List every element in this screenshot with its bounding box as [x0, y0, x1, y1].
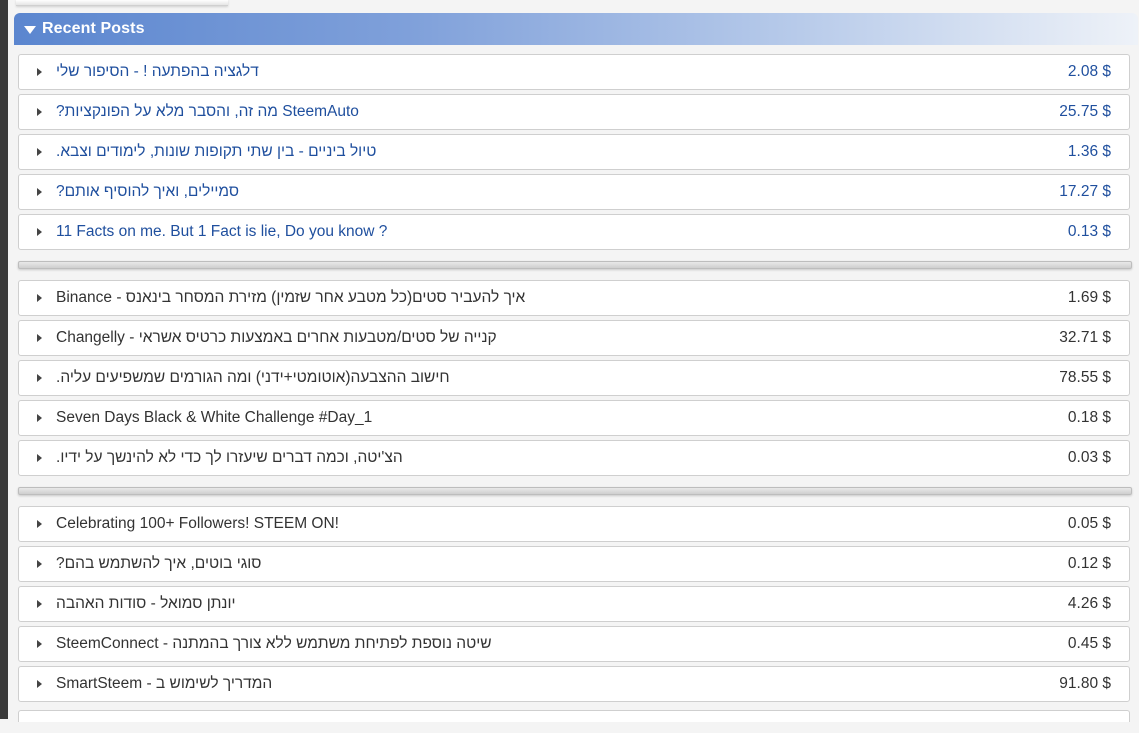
post-row[interactable]: Seven Days Black & White Challenge #Day_… — [18, 400, 1130, 436]
post-value: 0.18 $ — [1067, 409, 1111, 426]
expand-arrow-icon[interactable] — [37, 374, 42, 382]
post-value: 0.45 $ — [1067, 635, 1111, 652]
group-separator — [18, 487, 1132, 495]
post-row[interactable]: .טיול ביניים - בין שתי תקופות שונות, לימ… — [18, 134, 1130, 170]
post-title[interactable]: ?סוגי בוטים, איך להשתמש בהם — [56, 555, 1068, 573]
group-separator — [18, 261, 1132, 269]
post-row[interactable]: ?מה זה, והסבר מלא על הפונקציות SteemAuto… — [18, 94, 1130, 130]
post-row[interactable]: יונתן סמואל - סודות האהבה 4.26 $ — [18, 586, 1130, 622]
post-title[interactable]: ?מה זה, והסבר מלא על הפונקציות SteemAuto — [56, 103, 1059, 121]
post-title[interactable]: SteemConnect - שיטה נוספת לפתיחת משתמש ל… — [56, 635, 1068, 653]
post-row[interactable]: ?סוגי בוטים, איך להשתמש בהם 0.12 $ — [18, 546, 1130, 582]
post-title[interactable]: .הצ'יטה, וכמה דברים שיעזרו לך כדי לא להי… — [56, 449, 1068, 467]
post-row[interactable]: .הצ'יטה, וכמה דברים שיעזרו לך כדי לא להי… — [18, 440, 1130, 476]
post-value: 0.05 $ — [1067, 515, 1111, 532]
expand-arrow-icon[interactable] — [37, 108, 42, 116]
post-value: 1.69 $ — [1067, 289, 1111, 306]
expand-arrow-icon[interactable] — [37, 520, 42, 528]
left-edge-strip — [0, 0, 8, 719]
post-row[interactable]: SteemConnect - שיטה נוספת לפתיחת משתמש ל… — [18, 626, 1130, 662]
post-title[interactable]: דלגציה בהפתעה ! - הסיפור שלי — [56, 63, 1068, 81]
post-title[interactable]: SmartSteem - המדריך לשימוש ב — [56, 675, 1059, 693]
post-row[interactable]: Celebrating 100+ Followers! STEEM ON! 0.… — [18, 506, 1130, 542]
expand-arrow-icon[interactable] — [37, 600, 42, 608]
post-row[interactable]: Changelly - קנייה של סטים/מטבעות אחרים ב… — [18, 320, 1130, 356]
expand-arrow-icon[interactable] — [37, 680, 42, 688]
post-title[interactable]: ?סמיילים, ואיך להוסיף אותם — [56, 183, 1059, 201]
post-value: 0.12 $ — [1067, 555, 1111, 572]
top-toolbar-edge — [16, 0, 228, 6]
expand-arrow-icon[interactable] — [37, 148, 42, 156]
post-row[interactable]: SmartSteem - המדריך לשימוש ב 91.80 $ — [18, 666, 1130, 702]
post-value: 91.80 $ — [1059, 675, 1111, 692]
post-row[interactable]: Binance - איך להעביר סטים(כל מטבע אחר שז… — [18, 280, 1130, 316]
post-title[interactable]: Seven Days Black & White Challenge #Day_… — [56, 409, 1068, 427]
expand-arrow-icon[interactable] — [37, 188, 42, 196]
post-title[interactable]: .טיול ביניים - בין שתי תקופות שונות, לימ… — [56, 143, 1068, 161]
expand-arrow-icon[interactable] — [37, 334, 42, 342]
post-title[interactable]: Binance - איך להעביר סטים(כל מטבע אחר שז… — [56, 289, 1068, 307]
post-row-partial[interactable] — [18, 710, 1130, 722]
post-value: 0.13 $ — [1067, 223, 1111, 240]
post-value: 25.75 $ — [1059, 103, 1111, 120]
post-row[interactable]: דלגציה בהפתעה ! - הסיפור שלי 2.08 $ — [18, 54, 1130, 90]
post-title[interactable]: 11 Facts on me. But 1 Fact is lie, Do yo… — [56, 223, 1068, 241]
caret-down-icon[interactable] — [24, 25, 36, 34]
expand-arrow-icon[interactable] — [37, 228, 42, 236]
post-value: 78.55 $ — [1059, 369, 1111, 386]
expand-arrow-icon[interactable] — [37, 294, 42, 302]
expand-arrow-icon[interactable] — [37, 454, 42, 462]
post-value: 1.36 $ — [1067, 143, 1111, 160]
post-value: 2.08 $ — [1067, 63, 1111, 80]
post-title[interactable]: .חישוב ההצבעה(אוטומטי+ידני) ומה הגורמים … — [56, 369, 1059, 387]
post-row[interactable]: ?סמיילים, ואיך להוסיף אותם 17.27 $ — [18, 174, 1130, 210]
post-row[interactable]: 11 Facts on me. But 1 Fact is lie, Do yo… — [18, 214, 1130, 250]
expand-arrow-icon[interactable] — [37, 640, 42, 648]
post-title[interactable]: Changelly - קנייה של סטים/מטבעות אחרים ב… — [56, 329, 1059, 347]
expand-arrow-icon[interactable] — [37, 68, 42, 76]
post-row[interactable]: .חישוב ההצבעה(אוטומטי+ידני) ומה הגורמים … — [18, 360, 1130, 396]
expand-arrow-icon[interactable] — [37, 560, 42, 568]
post-value: 0.03 $ — [1067, 449, 1111, 466]
post-title[interactable]: יונתן סמואל - סודות האהבה — [56, 595, 1068, 613]
post-value: 17.27 $ — [1059, 183, 1111, 200]
post-value: 32.71 $ — [1059, 329, 1111, 346]
panel-title: Recent Posts — [42, 20, 145, 37]
post-value: 4.26 $ — [1067, 595, 1111, 612]
recent-posts-header[interactable]: Recent Posts — [14, 13, 1138, 45]
recent-posts-panel: Recent Posts דלגציה בהפתעה ! - הסיפור של… — [14, 13, 1138, 733]
expand-arrow-icon[interactable] — [37, 414, 42, 422]
post-title[interactable]: Celebrating 100+ Followers! STEEM ON! — [56, 515, 1068, 533]
